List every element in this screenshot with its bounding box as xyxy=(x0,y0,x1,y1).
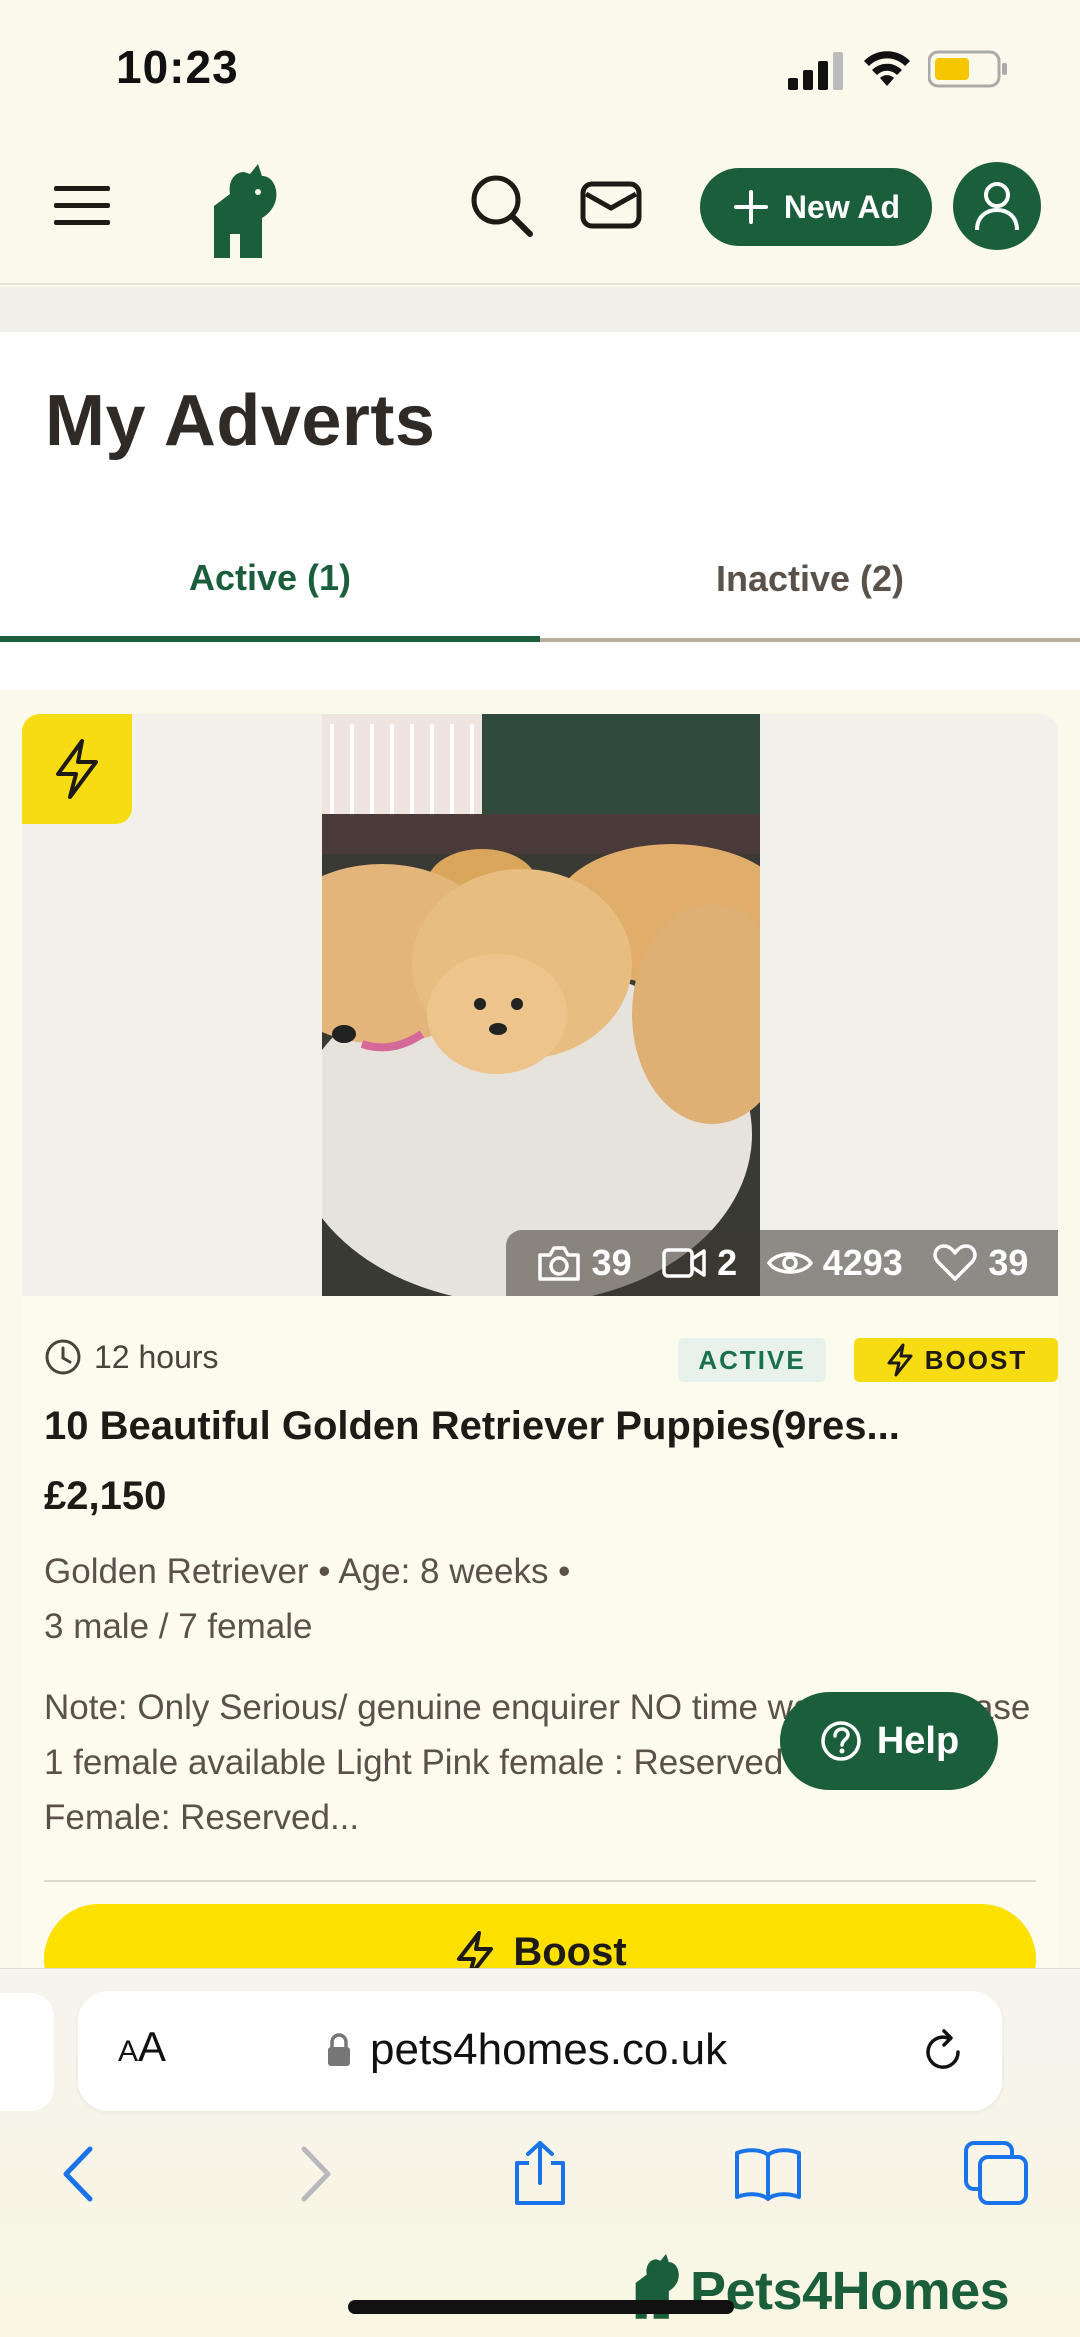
video-count-value: 2 xyxy=(717,1242,738,1283)
advert-details-line2: 3 male / 7 female xyxy=(44,1607,313,1646)
advert-price: £2,150 xyxy=(44,1474,167,1518)
help-icon xyxy=(821,1721,861,1761)
mail-icon[interactable] xyxy=(580,178,642,234)
chevron-right-icon xyxy=(301,2146,331,2202)
share-button[interactable] xyxy=(505,2139,575,2209)
advert-details-line1: Golden Retriever • Age: 8 weeks • xyxy=(44,1552,571,1591)
back-button[interactable] xyxy=(46,2139,116,2209)
heart-icon xyxy=(933,1244,977,1281)
site-header: New Ad xyxy=(0,150,1080,285)
photo-count-value: 39 xyxy=(591,1242,632,1283)
previous-tab-preview[interactable] xyxy=(0,1993,54,2111)
book-icon xyxy=(735,2148,801,2201)
posted-time: 12 hours xyxy=(44,1338,219,1376)
tab-active[interactable]: Active (1) xyxy=(0,520,540,642)
url-text: pets4homes.co.uk xyxy=(370,2025,728,2074)
bookmarks-button[interactable] xyxy=(733,2139,803,2209)
tab-inactive[interactable]: Inactive (2) xyxy=(540,520,1080,642)
title-section: My Adverts Active (1) Inactive (2) xyxy=(0,332,1080,690)
posted-time-value: 12 hours xyxy=(94,1338,219,1375)
new-ad-button[interactable]: New Ad xyxy=(700,168,932,246)
battery-icon xyxy=(928,50,1007,88)
video-icon xyxy=(662,1248,706,1278)
advert-stats: 39 2 4293 39 xyxy=(506,1230,1058,1296)
pets4homes-logo-icon[interactable] xyxy=(200,162,284,262)
forward-button[interactable] xyxy=(278,2139,348,2209)
wifi-icon xyxy=(864,51,910,86)
new-ad-label: New Ad xyxy=(783,188,901,225)
cellular-signal-icon xyxy=(788,52,843,90)
page-title: My Adverts xyxy=(45,381,436,461)
chevron-left-icon xyxy=(63,2146,93,2202)
advert-photo-area[interactable]: 39 2 4293 39 xyxy=(22,714,1058,1296)
advert-meta: 12 hours ACTIVE BOOST xyxy=(44,1338,1058,1386)
reload-icon[interactable] xyxy=(918,2027,968,2077)
puppies-photo xyxy=(322,714,760,1296)
address-bar[interactable]: AA pets4homes.co.uk xyxy=(78,1991,1002,2111)
watermark-text: Pets4Homes xyxy=(690,2261,1010,2321)
plus-icon xyxy=(733,190,768,224)
clock-icon xyxy=(45,1339,81,1375)
favourite-count-value: 39 xyxy=(988,1242,1029,1283)
lock-icon xyxy=(328,2033,350,2066)
status-time: 10:23 xyxy=(116,41,239,93)
camera-icon xyxy=(537,1246,580,1281)
lightning-icon xyxy=(56,739,98,799)
menu-icon[interactable] xyxy=(52,180,114,232)
eye-icon xyxy=(766,1252,813,1274)
advert-photo[interactable] xyxy=(322,714,760,1296)
share-icon xyxy=(515,2141,565,2205)
help-label: Help xyxy=(876,1719,960,1762)
header-spacer xyxy=(0,287,1080,332)
user-icon xyxy=(975,182,1019,231)
search-icon[interactable] xyxy=(468,172,534,238)
view-count-value: 4293 xyxy=(822,1242,903,1283)
browser-toolbar xyxy=(0,2139,1080,2229)
boost-badge: BOOST xyxy=(854,1338,1058,1382)
favourite-count: 39 xyxy=(932,1242,1028,1284)
tabs-icon xyxy=(964,2141,1028,2205)
home-indicator[interactable] xyxy=(348,2300,734,2314)
tabs-button[interactable] xyxy=(962,2139,1032,2209)
status-badge: ACTIVE xyxy=(678,1338,826,1382)
status-bar: 10:23 xyxy=(0,0,1080,140)
account-button[interactable] xyxy=(953,162,1041,250)
advert-card[interactable]: 39 2 4293 39 12 hours ACTIVE BOOST 10 Be… xyxy=(22,714,1058,2014)
reader-settings-button[interactable]: AA xyxy=(118,2023,166,2071)
help-button[interactable]: Help xyxy=(780,1692,998,1790)
advert-details: Golden Retriever • Age: 8 weeks • 3 male… xyxy=(44,1544,1034,1654)
advert-tabs: Active (1) Inactive (2) xyxy=(0,520,1080,642)
view-count: 4293 xyxy=(766,1242,903,1284)
photo-count: 39 xyxy=(536,1242,632,1284)
boosted-indicator xyxy=(22,714,132,824)
lightning-icon xyxy=(887,1343,913,1377)
advert-title[interactable]: 10 Beautiful Golden Retriever Puppies(9r… xyxy=(44,1404,1034,1449)
video-count: 2 xyxy=(661,1242,737,1284)
divider xyxy=(44,1880,1036,1882)
boost-badge-label: BOOST xyxy=(924,1344,1028,1375)
url-display[interactable]: pets4homes.co.uk xyxy=(326,2025,727,2075)
